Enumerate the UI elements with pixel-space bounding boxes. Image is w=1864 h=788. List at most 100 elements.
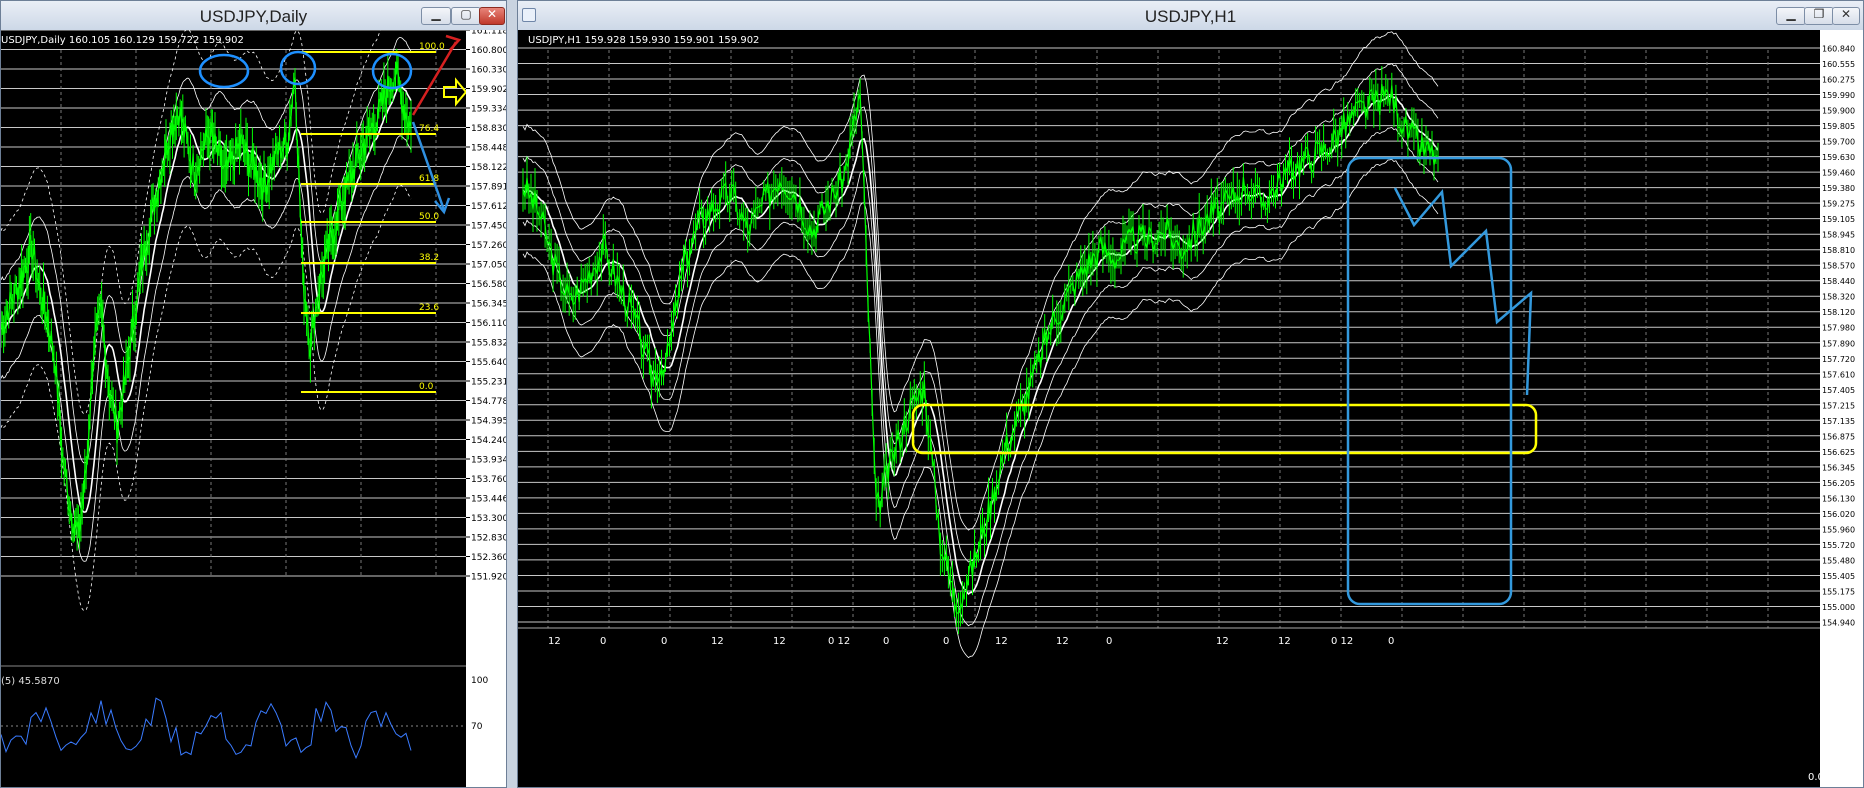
- fib-label: 0.0: [419, 382, 434, 392]
- chart-background: [518, 30, 1863, 787]
- h1-price-chart[interactable]: 160.840 160.555 160.275 159.990 159.900 159.8…: [518, 30, 1863, 787]
- price-label: 155.480: [1822, 556, 1855, 565]
- price-label: 157.980: [1822, 324, 1855, 333]
- minimize-button[interactable]: ▁: [421, 7, 451, 25]
- time-label: 0 12: [1331, 636, 1353, 647]
- price-label: 157.050: [471, 261, 506, 271]
- price-label: 160.555: [1822, 60, 1855, 69]
- price-label: 159.902: [471, 85, 506, 95]
- price-label: 154.240: [471, 436, 506, 446]
- fib-label: 61.8: [419, 174, 439, 184]
- close-button[interactable]: ✕: [479, 7, 505, 25]
- price-label: 152.360: [471, 553, 506, 563]
- price-label: 158.122: [471, 163, 506, 173]
- time-label: 0: [661, 636, 667, 647]
- price-label: 159.990: [1822, 91, 1855, 100]
- time-label: 12: [1216, 636, 1229, 647]
- window-gap: [507, 0, 517, 788]
- price-label: 157.890: [1822, 339, 1855, 348]
- price-label: 158.810: [1822, 246, 1855, 255]
- fib-label: 38.2: [419, 253, 439, 263]
- price-label: 157.891: [471, 183, 506, 193]
- price-label: 155.231: [471, 378, 506, 388]
- price-label: 156.345: [471, 300, 506, 310]
- close-button[interactable]: ✕: [1832, 7, 1860, 25]
- price-label: 156.130: [1822, 494, 1855, 503]
- price-label: 159.334: [471, 105, 506, 115]
- time-label: 12: [1056, 636, 1069, 647]
- price-label: 158.830: [471, 124, 506, 134]
- corner-label: 0.00: [1808, 772, 1830, 783]
- fib-label: 76.4: [419, 124, 439, 134]
- time-label: 12: [548, 636, 561, 647]
- maximize-button[interactable]: ▢: [451, 7, 481, 25]
- price-label: 158.570: [1822, 262, 1855, 271]
- restore-button[interactable]: ❐: [1804, 7, 1834, 25]
- price-label: 156.205: [1822, 479, 1855, 488]
- price-label: 159.700: [1822, 138, 1855, 147]
- price-label: 159.900: [1822, 107, 1855, 116]
- price-label: 160.330: [471, 66, 506, 76]
- h1-info-line: USDJPY,H1 159.928 159.930 159.901 159.90…: [528, 35, 759, 46]
- price-label: 160.840: [1822, 45, 1855, 54]
- time-label: 0: [943, 636, 949, 647]
- indicator-label: (5) 45.5870: [1, 676, 60, 687]
- daily-info-line: USDJPY,Daily 160.105 160.129 159.722 159…: [1, 35, 244, 46]
- price-label: 153.934: [471, 456, 506, 466]
- indicator-scale-label: 100: [471, 676, 488, 686]
- price-label: 152.830: [471, 534, 506, 544]
- price-label: 159.380: [1822, 184, 1855, 193]
- price-label: 155.000: [1822, 603, 1855, 612]
- price-label: 153.446: [471, 495, 506, 505]
- time-label: 12: [1278, 636, 1291, 647]
- price-label: 159.805: [1822, 122, 1855, 131]
- time-label: 12: [711, 636, 724, 647]
- price-label: 156.110: [471, 319, 506, 329]
- price-label: 156.345: [1822, 463, 1855, 472]
- daily-window-titlebar[interactable]: USDJPY,Daily ▁ ▢ ✕: [1, 1, 506, 31]
- price-label: 157.450: [471, 222, 506, 232]
- h1-window-titlebar[interactable]: USDJPY,H1 ▁ ❐ ✕: [518, 1, 1863, 31]
- price-label: 157.610: [1822, 370, 1855, 379]
- price-label: 155.832: [471, 339, 506, 349]
- price-label: 158.320: [1822, 293, 1855, 302]
- price-label: 160.800: [471, 46, 506, 56]
- time-label: 12: [995, 636, 1008, 647]
- price-label: 158.448: [471, 144, 506, 154]
- price-label: 154.778: [471, 397, 506, 407]
- daily-price-chart[interactable]: 100.0 76.4 61.8 50.0 38.2 23.6 0.0 161.118 160.…: [1, 30, 506, 787]
- fib-label: 50.0: [419, 212, 439, 222]
- price-label: 153.760: [471, 475, 506, 485]
- price-label: 159.630: [1822, 153, 1855, 162]
- fib-label: 100.0: [419, 42, 445, 52]
- price-label: 160.275: [1822, 76, 1855, 85]
- minimize-icon: ▁: [431, 7, 441, 21]
- price-label: 155.640: [471, 358, 506, 368]
- price-label: 158.120: [1822, 308, 1855, 317]
- daily-chart-window[interactable]: USDJPY,Daily ▁ ▢ ✕ 100.0 76.4 61.8 50.0 38.2…: [0, 0, 507, 788]
- time-label: 0: [600, 636, 606, 647]
- indicator-scale-label: 70: [471, 722, 483, 732]
- price-label: 154.940: [1822, 619, 1855, 628]
- time-label: 12: [773, 636, 786, 647]
- price-label: 156.020: [1822, 510, 1855, 519]
- price-label: 154.395: [471, 417, 506, 427]
- price-label: 157.215: [1822, 401, 1855, 410]
- price-label: 155.960: [1822, 525, 1855, 534]
- price-label: 157.260: [471, 241, 506, 251]
- price-label: 151.920: [471, 573, 506, 583]
- h1-price-axis: 160.840 160.555 160.275 159.990 159.900 159.8…: [1820, 30, 1863, 787]
- h1-chart-window[interactable]: USDJPY,H1 ▁ ❐ ✕ 160.840 160.555 160.275 159…: [517, 0, 1864, 788]
- price-label: 159.275: [1822, 200, 1855, 209]
- minimize-icon: ▁: [1786, 7, 1796, 21]
- price-label: 158.440: [1822, 277, 1855, 286]
- price-label: 155.405: [1822, 572, 1855, 581]
- price-label: 157.405: [1822, 386, 1855, 395]
- price-label: 156.875: [1822, 432, 1855, 441]
- time-label: 0: [1388, 636, 1394, 647]
- minimize-button[interactable]: ▁: [1776, 7, 1806, 25]
- price-label: 157.612: [471, 202, 506, 212]
- price-label: 155.175: [1822, 588, 1855, 597]
- maximize-icon: ▢: [460, 7, 472, 21]
- price-label: 156.625: [1822, 448, 1855, 457]
